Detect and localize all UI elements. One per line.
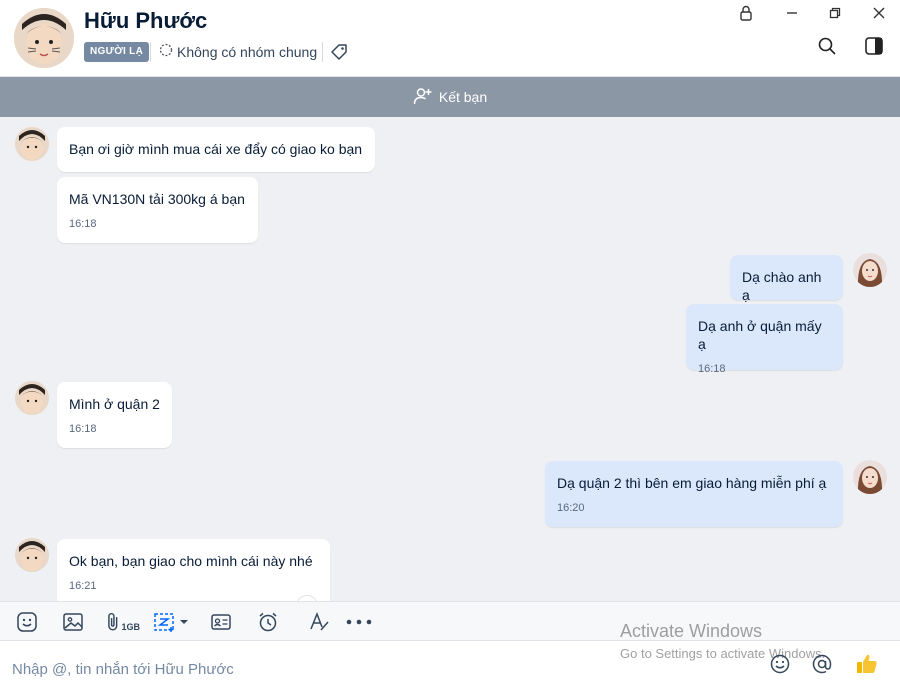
add-friend-button[interactable]: Kết bạn [0,77,900,117]
message-input[interactable] [0,651,600,687]
message-time: 16:20 [557,502,585,514]
contact-card-icon[interactable] [208,609,234,635]
contact-avatar[interactable] [15,538,49,572]
attach-file-icon[interactable]: 1GB [106,609,140,635]
chat-header: Hữu Phước NGƯỜI LẠ Không có nhóm chung [0,0,900,77]
message-time: 16:21 [69,580,97,592]
minimize-icon[interactable] [780,3,804,23]
image-icon[interactable] [60,609,86,635]
close-icon[interactable] [867,3,891,23]
message-bubble[interactable]: Dạ anh ở quận mấy ạ 16:18 [686,304,843,375]
message-time: 16:18 [698,363,726,375]
message-list[interactable]: Bạn ơi giờ mình mua cái xe đẩy có giao k… [0,117,900,601]
message-bubble[interactable]: Bạn ơi giờ mình mua cái xe đẩy có giao k… [57,127,375,172]
message-text: Dạ quận 2 thì bên em giao hàng miễn phí … [557,475,827,491]
divider [322,42,323,62]
thumbs-up-icon[interactable] [855,652,879,676]
activation-watermark-subtitle: Go to Settings to activate Windows. [620,646,826,661]
sticker-icon[interactable] [14,609,40,635]
composer-toolbar: 1GB [0,601,900,641]
restore-icon[interactable] [823,3,847,23]
add-user-icon [413,86,433,109]
my-avatar[interactable] [853,460,887,494]
message-bubble[interactable]: Mã VN130N tải 300kg á bạn 16:18 [57,177,258,243]
common-groups-label: Không có nhóm chung [177,43,318,60]
message-bubble[interactable]: Ok bạn, bạn giao cho mình cái này nhé 16… [57,539,330,601]
contact-avatar[interactable] [15,127,49,161]
contact-avatar[interactable] [14,8,74,68]
message-bubble[interactable]: Dạ quận 2 thì bên em giao hàng miễn phí … [545,461,843,527]
message-text: Mã VN130N tải 300kg á bạn [69,191,245,207]
tag-icon[interactable] [329,42,349,62]
file-size-limit: 1GB [121,622,140,632]
add-friend-label: Kết bạn [438,89,488,105]
dashed-circle-icon [159,43,173,60]
contact-avatar[interactable] [15,381,49,415]
message-text: Dạ chào anh ạ [742,269,822,303]
contact-name[interactable]: Hữu Phước [84,8,207,34]
mention-icon[interactable] [810,652,834,676]
divider [150,42,151,62]
message-text: Dạ anh ở quận mấy ạ [698,318,822,352]
text-format-icon[interactable] [306,609,332,635]
activation-watermark-title: Activate Windows [620,621,763,641]
search-icon[interactable] [815,34,839,58]
stranger-badge: NGƯỜI LẠ [84,42,150,62]
message-time: 16:18 [69,218,97,230]
screenshot-icon[interactable] [152,609,190,635]
more-options-icon[interactable] [345,609,373,635]
message-time: 16:18 [69,423,97,435]
common-groups[interactable]: Không có nhóm chung [159,43,317,60]
sidebar-toggle-icon[interactable] [862,34,886,58]
message-text: Ok bạn, bạn giao cho mình cái này nhé [69,553,313,569]
emoji-icon[interactable] [768,652,792,676]
lock-icon[interactable] [734,3,758,23]
reminder-icon[interactable] [255,609,281,635]
message-bubble[interactable]: Mình ở quận 2 16:18 [57,382,172,448]
message-text: Bạn ơi giờ mình mua cái xe đẩy có giao k… [69,141,363,157]
my-avatar[interactable] [853,253,887,287]
message-text: Mình ở quận 2 [69,396,160,412]
message-bubble[interactable]: Dạ chào anh ạ [730,255,843,303]
